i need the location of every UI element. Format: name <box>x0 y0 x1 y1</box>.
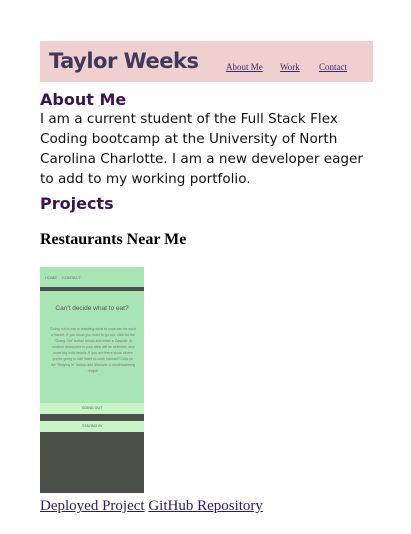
site-header: Taylor Weeks About Me Work Contact <box>40 41 373 82</box>
project-screenshot: HOME CONTACT Can't decide what to eat? G… <box>40 267 144 493</box>
about-heading: About Me <box>40 90 127 109</box>
deployed-project-link[interactable]: Deployed Project <box>40 498 145 514</box>
projects-heading: Projects <box>40 194 114 213</box>
nav-work-link[interactable]: Work <box>280 62 300 72</box>
preview-body: Going out to eat or teaching what to coo… <box>50 327 136 373</box>
project-links: Deployed Project GitHub Repository <box>40 498 263 515</box>
preview-staying-in-button: STAYING IN <box>40 421 144 432</box>
nav-about-me-link[interactable]: About Me <box>226 62 263 72</box>
preview-nav-home: HOME <box>45 275 57 280</box>
project-title: Restaurants Near Me <box>40 231 187 248</box>
preview-navbar: HOME CONTACT <box>40 267 144 287</box>
preview-heading: Can't decide what to eat? <box>55 305 129 312</box>
nav-contact-link[interactable]: Contact <box>319 62 347 72</box>
site-title: Taylor Weeks <box>49 49 199 73</box>
github-repository-link[interactable]: GitHub Repository <box>148 498 263 514</box>
preview-nav-contact: CONTACT <box>62 275 82 280</box>
preview-card: Can't decide what to eat? Going out to e… <box>40 291 144 406</box>
about-text: I am a current student of the Full Stack… <box>40 111 363 187</box>
preview-going-out-button: GOING OUT <box>40 403 144 414</box>
